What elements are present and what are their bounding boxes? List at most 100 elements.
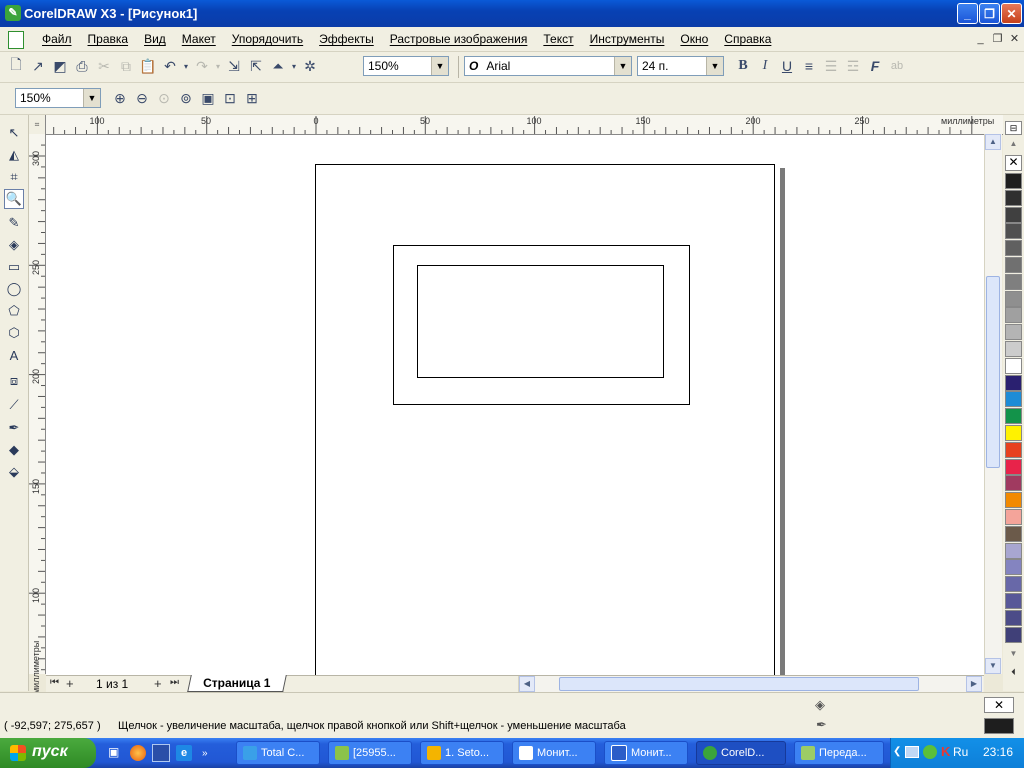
color-swatch[interactable]: [1005, 509, 1022, 525]
kaspersky-icon[interactable]: K: [941, 744, 950, 759]
chevron-down-icon[interactable]: ▼: [614, 57, 631, 75]
color-swatch[interactable]: [1005, 273, 1022, 290]
zoom-page-icon[interactable]: ▣: [198, 88, 218, 108]
color-swatch[interactable]: [1005, 492, 1022, 509]
color-swatch[interactable]: [1005, 189, 1022, 206]
smart-fill-tool-icon[interactable]: ◈: [4, 235, 24, 255]
show-desktop-icon[interactable]: ▣: [108, 745, 124, 761]
drawing-canvas[interactable]: [46, 135, 984, 675]
chevron-down-icon[interactable]: ▼: [83, 89, 100, 107]
redo-icon[interactable]: ↷: [192, 56, 212, 76]
language-indicator[interactable]: Ru: [953, 745, 968, 759]
add-page-before-icon[interactable]: +: [66, 676, 74, 691]
task-monit-2[interactable]: Монит...: [604, 741, 688, 765]
italic-icon[interactable]: I: [755, 56, 775, 76]
restore-button[interactable]: ❐: [979, 3, 1000, 24]
task-monit-1[interactable]: Монит...: [512, 741, 596, 765]
color-swatch[interactable]: [1005, 593, 1022, 609]
shape-tool-icon[interactable]: ◭: [4, 145, 24, 165]
freehand-tool-icon[interactable]: ✎: [4, 213, 24, 233]
last-page-icon[interactable]: ⏭: [170, 677, 179, 688]
color-swatch[interactable]: [1005, 475, 1022, 492]
import-icon[interactable]: ⇲: [224, 56, 244, 76]
launcher-dropdown-icon[interactable]: ▾: [290, 56, 298, 76]
application-launcher-icon[interactable]: ⏶: [268, 56, 288, 76]
menu-effects[interactable]: Эффекты: [311, 32, 382, 46]
coreldraw-app-icon[interactable]: ✎: [5, 5, 21, 21]
zoom-in-icon[interactable]: ⊕: [110, 88, 130, 108]
scroll-right-icon[interactable]: ▶: [966, 676, 982, 692]
zoom-combo[interactable]: 150% ▼: [15, 88, 101, 108]
close-button[interactable]: ✕: [1001, 3, 1022, 24]
tray-expand-icon[interactable]: ❮: [893, 746, 901, 757]
start-button[interactable]: пуск: [0, 738, 96, 768]
color-swatch[interactable]: [1005, 525, 1022, 542]
color-swatch[interactable]: [1005, 173, 1022, 189]
palette-scroll-down-icon[interactable]: ▼: [1005, 649, 1022, 661]
palette-flyout-icon[interactable]: ⏴: [1005, 667, 1022, 679]
menu-tools[interactable]: Инструменты: [582, 32, 673, 46]
task-coreldraw[interactable]: CorelD...: [696, 741, 786, 765]
color-swatch[interactable]: [1005, 324, 1022, 341]
add-page-after-icon[interactable]: +: [154, 676, 162, 691]
color-swatch[interactable]: [1005, 576, 1022, 593]
bold-icon[interactable]: B: [733, 56, 753, 76]
zoom-levels-combo[interactable]: 150% ▼: [363, 56, 449, 76]
outline-swatch-black[interactable]: [984, 718, 1014, 734]
color-swatch[interactable]: [1005, 626, 1022, 643]
color-swatch[interactable]: [1005, 408, 1022, 425]
ruler-origin-icon[interactable]: ⌗: [29, 115, 46, 135]
scroll-thumb[interactable]: [986, 276, 1000, 468]
internet-explorer-icon[interactable]: e: [176, 745, 192, 761]
text-tool-icon[interactable]: A: [4, 345, 24, 365]
export-icon[interactable]: ⇱: [246, 56, 266, 76]
scroll-left-icon[interactable]: ◀: [519, 676, 535, 692]
vertical-scrollbar[interactable]: ▲ ▼: [984, 134, 1002, 674]
interactive-fill-tool-icon[interactable]: ⬙: [4, 462, 24, 482]
undo-icon[interactable]: ↶: [160, 56, 180, 76]
menu-text[interactable]: Текст: [535, 32, 581, 46]
character-formatting-icon[interactable]: F: [865, 56, 885, 76]
edit-text-icon[interactable]: ab: [887, 56, 907, 76]
page-tab[interactable]: Страница 1: [187, 675, 287, 692]
basic-shapes-tool-icon[interactable]: ⬡: [4, 323, 24, 343]
doc-close-button[interactable]: ✕: [1006, 31, 1023, 47]
color-swatch[interactable]: [1005, 542, 1022, 559]
minimize-button[interactable]: _: [957, 3, 978, 24]
color-swatch[interactable]: [1005, 357, 1022, 374]
zoom-selected-icon[interactable]: ⊙: [154, 88, 174, 108]
horizontal-alignment-icon[interactable]: ≡: [799, 56, 819, 76]
color-swatch[interactable]: [1005, 425, 1022, 441]
menu-arrange[interactable]: Упорядочить: [224, 32, 311, 46]
doc-minimize-button[interactable]: _: [972, 31, 989, 47]
task-seto[interactable]: 1. Seto...: [420, 741, 504, 765]
first-page-icon[interactable]: ⏮: [50, 677, 59, 688]
scroll-up-icon[interactable]: ▲: [985, 134, 1001, 150]
menu-file[interactable]: Файл: [34, 32, 80, 46]
firefox-icon[interactable]: [130, 745, 146, 761]
horizontal-ruler[interactable]: 100 50 0 50 100 150 200 250 миллиметры: [29, 115, 1003, 135]
menu-layout[interactable]: Макет: [174, 32, 224, 46]
crop-tool-icon[interactable]: ⌗: [4, 167, 24, 187]
task-total-commander[interactable]: Total C...: [236, 741, 320, 765]
network-icon[interactable]: [905, 746, 919, 758]
polygon-tool-icon[interactable]: ⬠: [4, 301, 24, 321]
fill-tool-icon[interactable]: ◆: [4, 440, 24, 460]
interactive-blend-tool-icon[interactable]: ⧈: [4, 371, 24, 391]
rectangle-tool-icon[interactable]: ▭: [4, 257, 24, 277]
scroll-down-icon[interactable]: ▼: [985, 658, 1001, 674]
menu-bitmaps[interactable]: Растровые изображения: [382, 32, 536, 46]
redo-dropdown-icon[interactable]: ▾: [214, 56, 222, 76]
document-icon[interactable]: [8, 31, 24, 49]
vertical-ruler[interactable]: 300 250 200 150 100 миллиметры: [29, 134, 46, 694]
horizontal-scrollbar[interactable]: ◀ ▶: [518, 676, 983, 692]
antivirus-icon[interactable]: [923, 745, 937, 759]
color-swatch[interactable]: [1005, 374, 1022, 391]
menu-help[interactable]: Справка: [716, 32, 779, 46]
inner-rectangle[interactable]: [417, 265, 664, 378]
zoom-out-icon[interactable]: ⊖: [132, 88, 152, 108]
pick-tool-icon[interactable]: ↖: [4, 123, 24, 143]
eyedropper-tool-icon[interactable]: ⟋: [4, 395, 24, 415]
zoom-tool-icon[interactable]: 🔍: [4, 189, 24, 209]
new-document-icon[interactable]: 🗋: [6, 56, 26, 76]
